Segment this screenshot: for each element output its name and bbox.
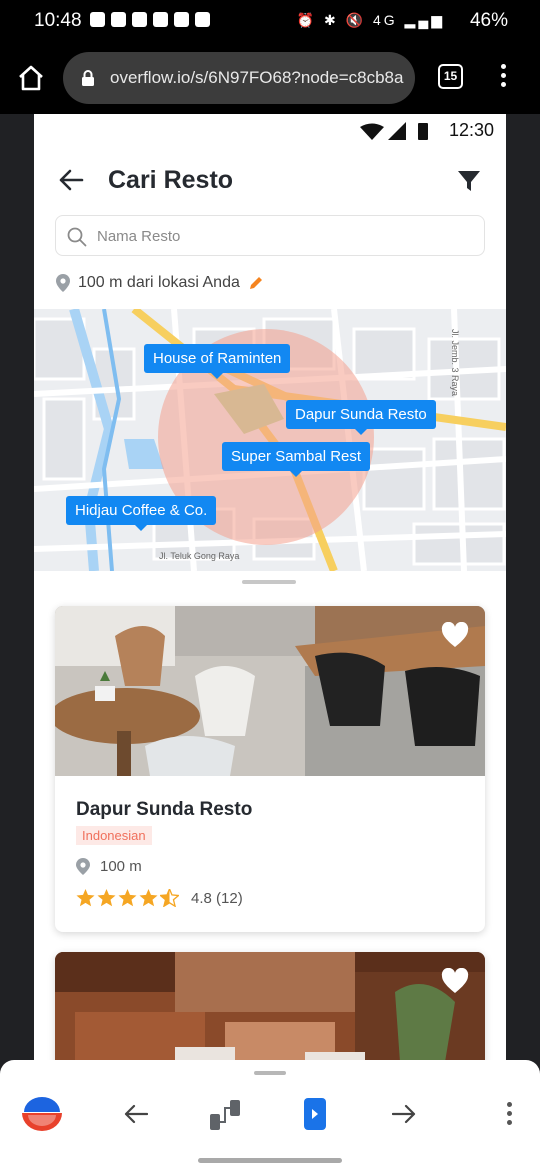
- home-gesture-bar[interactable]: [198, 1158, 342, 1163]
- app-status-bar: 12:30: [34, 114, 506, 148]
- system-icons: ⏰ ✱ 🔇 4G ▂▄▆: [296, 12, 445, 28]
- cuisine-tag: Indonesian: [76, 826, 152, 845]
- lock-icon: [82, 70, 94, 86]
- search-icon: [67, 227, 87, 247]
- star-full-icon: [139, 889, 158, 907]
- app-logo-icon[interactable]: [20, 1095, 64, 1133]
- location-pin-icon: [76, 858, 90, 875]
- location-text: 100 m dari lokasi Anda: [78, 274, 240, 291]
- bottom-more-options-icon[interactable]: [505, 1102, 513, 1128]
- signal-battery-icons: [360, 122, 428, 140]
- address-bar[interactable]: overflow.io/s/6N97FO68?node=c8cb8a: [63, 52, 415, 104]
- star-full-icon: [76, 889, 95, 907]
- results-sheet: Dapur Sunda Resto Indonesian 100 m 4.8 (…: [34, 571, 506, 1060]
- favorite-heart-icon[interactable]: [441, 968, 469, 994]
- app-time: 12:30: [448, 120, 494, 140]
- gallery-icon: [195, 12, 210, 27]
- youtube-icon: [111, 12, 126, 27]
- star-half-icon: [160, 889, 179, 907]
- play-icon[interactable]: [304, 1098, 326, 1130]
- restaurant-photo: [55, 606, 485, 776]
- sheet-drag-handle[interactable]: [242, 580, 296, 584]
- street-label-jemb: Jl. Jemb. 3 Raya: [450, 329, 460, 396]
- restaurant-rating: 4.8 (12): [76, 889, 243, 907]
- app-screen: 12:30 Cari Resto 100 m dari lokasi Anda: [34, 114, 506, 1060]
- restaurant-photo: [55, 952, 485, 1060]
- instagram-icon: [153, 12, 168, 27]
- distance-text: 100 m: [100, 858, 142, 875]
- restaurant-distance: 100 m: [76, 858, 142, 875]
- rating-text: 4.8 (12): [191, 889, 243, 907]
- map-view[interactable]: Jl. Teluk Gong Raya Jl. Jemb. 3 Raya Hou…: [34, 309, 506, 571]
- browser-bottom-bar: [0, 1060, 540, 1152]
- restaurant-card[interactable]: Dapur Sunda Resto Indonesian 100 m 4.8 (…: [55, 606, 485, 932]
- location-pin-icon: [56, 274, 70, 292]
- more-options-icon[interactable]: [499, 64, 507, 90]
- system-navigation-bar: [0, 1152, 540, 1170]
- star-full-icon: [118, 889, 137, 907]
- restaurant-card[interactable]: [55, 952, 485, 1060]
- filter-icon[interactable]: [457, 170, 481, 192]
- flow-icon[interactable]: [209, 1098, 242, 1132]
- twitter-icon: [174, 12, 189, 27]
- favorite-heart-icon[interactable]: [441, 622, 469, 648]
- restaurant-name: Dapur Sunda Resto: [76, 799, 253, 820]
- browser-toolbar: overflow.io/s/6N97FO68?node=c8cb8a 15: [0, 44, 540, 114]
- tab-switcher-button[interactable]: 15: [438, 64, 463, 89]
- search-box[interactable]: [55, 215, 485, 256]
- map-pin-dapur-sunda[interactable]: Dapur Sunda Resto: [286, 400, 436, 435]
- message-icon: [90, 12, 105, 27]
- device-status-bar: 10:48 ⏰ ✱ 🔇 4G ▂▄▆ 46%: [0, 0, 540, 44]
- location-info: 100 m dari lokasi Anda: [56, 272, 264, 294]
- nav-forward-arrow-icon[interactable]: [392, 1104, 416, 1124]
- map-pin-super-sambal[interactable]: Super Sambal Rest: [222, 442, 371, 477]
- street-label-teluk-gong: Jl. Teluk Gong Raya: [159, 551, 239, 561]
- search-input[interactable]: [97, 224, 467, 248]
- notification-icons: [90, 12, 210, 27]
- star-full-icon: [97, 889, 116, 907]
- home-icon[interactable]: [17, 64, 45, 92]
- edit-pencil-icon[interactable]: [248, 275, 264, 291]
- map-pin-hidjau-coffee[interactable]: Hidjau Coffee & Co.: [66, 496, 217, 531]
- nav-back-arrow-icon[interactable]: [124, 1104, 148, 1124]
- map-pin-house-of-raminten[interactable]: House of Raminten: [144, 344, 291, 379]
- page-title: Cari Resto: [108, 166, 234, 194]
- instagram-icon: [132, 12, 147, 27]
- device-time: 10:48: [34, 10, 82, 31]
- back-arrow-icon[interactable]: [58, 168, 84, 192]
- bottom-bar-handle[interactable]: [254, 1071, 286, 1075]
- url-text[interactable]: overflow.io/s/6N97FO68?node=c8cb8a: [110, 68, 410, 88]
- app-header: Cari Resto: [34, 148, 506, 212]
- battery-level: 46%: [469, 10, 508, 31]
